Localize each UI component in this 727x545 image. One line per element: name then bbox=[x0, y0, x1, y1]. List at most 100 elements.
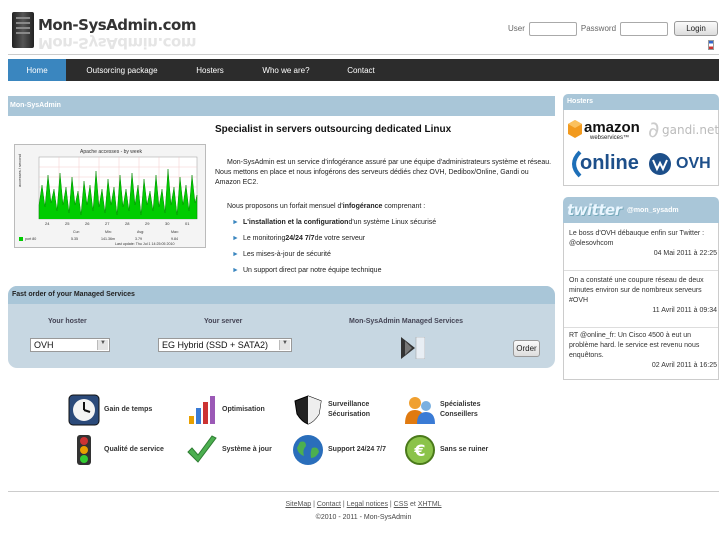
svg-text:accesses / second: accesses / second bbox=[17, 154, 22, 187]
twitter-header: twitter @mon_sysadm bbox=[563, 197, 719, 223]
amazon-logo-text: amazon bbox=[584, 119, 640, 136]
login-button[interactable]: Login bbox=[674, 21, 719, 36]
shield-icon bbox=[294, 395, 322, 425]
nav-hosters[interactable]: Hosters bbox=[178, 59, 242, 81]
footer-link-contact[interactable]: Contact bbox=[317, 501, 341, 508]
twitter-logo[interactable]: twitter bbox=[567, 201, 622, 219]
ovh-logo-text: OVH bbox=[676, 155, 711, 172]
feature-label: Qualité de service bbox=[104, 446, 164, 453]
svg-text:3.79: 3.79 bbox=[135, 237, 142, 241]
graph-title: Apache accesses - by week bbox=[80, 149, 142, 155]
password-input[interactable] bbox=[620, 21, 669, 36]
footer-link-xhtml[interactable]: XHTML bbox=[418, 501, 442, 508]
footer-link-legal[interactable]: Legal notices bbox=[347, 501, 388, 508]
amazon-cube-icon bbox=[568, 120, 582, 138]
twitter-username[interactable]: @mon_sysadm bbox=[627, 207, 679, 214]
people-icon bbox=[405, 397, 435, 424]
fast-order-panel: Fast order of your Managed Services Your… bbox=[8, 286, 555, 368]
svg-text:01: 01 bbox=[185, 221, 190, 226]
footer-links: SiteMap | Contact | Legal notices | CSS … bbox=[285, 501, 442, 508]
footer-divider bbox=[8, 491, 719, 492]
list-item: ► L'installation et la configuration d'un… bbox=[232, 214, 436, 230]
bullet-arrow-icon: ► bbox=[232, 234, 239, 242]
bullet-bold: L'installation et la configuration bbox=[242, 218, 349, 226]
nav-contact[interactable]: Contact bbox=[330, 59, 392, 81]
svg-text:141.36m: 141.36m bbox=[101, 237, 115, 241]
tweet-date[interactable]: 04 Mai 2011 à 22:25 bbox=[569, 249, 717, 259]
offer-list: ► L'installation et la configuration d'un… bbox=[232, 214, 436, 278]
feature-support: Support 24/24 7/7 bbox=[292, 434, 386, 466]
managed-services-logo-icon bbox=[401, 337, 425, 359]
tweet-text: On a constaté une coupure réseau de deux… bbox=[569, 277, 704, 304]
server-select[interactable]: EG Hybrid (SSD + SATA2) ▼ bbox=[158, 338, 292, 352]
bullet-arrow-icon: ► bbox=[232, 266, 239, 274]
logo[interactable]: Mon-SysAdmin.com Mon-SysAdmin.com bbox=[12, 12, 196, 52]
logo-reflection: Mon-SysAdmin.com bbox=[38, 34, 196, 52]
user-input[interactable] bbox=[528, 21, 577, 36]
svg-text:Avg:: Avg: bbox=[137, 230, 144, 234]
tweet-date[interactable]: 11 Avril 2011 à 09:34 bbox=[569, 306, 717, 316]
feature-label: Support 24/24 7/7 bbox=[328, 446, 386, 453]
clock-icon bbox=[68, 394, 100, 426]
tweet-date[interactable]: 02 Avril 2011 à 16:25 bbox=[569, 361, 717, 371]
feature-price: € Sans se ruiner bbox=[404, 434, 488, 466]
svg-text:Last update: Thu Jul 1 14:25:: Last update: Thu Jul 1 14:25:05 2010 bbox=[115, 242, 174, 246]
fast-order-title: Fast order of your Managed Services bbox=[8, 286, 555, 304]
chevron-down-icon: ▼ bbox=[97, 340, 108, 350]
bullet-arrow-icon: ► bbox=[232, 250, 239, 258]
chevron-down-icon: ▼ bbox=[279, 340, 290, 350]
feature-security: Surveillance Sécurisation bbox=[292, 394, 388, 426]
intro-paragraph: Mon-SysAdmin est un service d'infogéranc… bbox=[215, 159, 552, 186]
hosters-header: Hosters bbox=[563, 94, 719, 110]
svg-text:Cur:: Cur: bbox=[73, 230, 80, 234]
traffic-light-icon bbox=[77, 435, 91, 465]
globe-icon bbox=[293, 435, 323, 465]
online-logo[interactable]: online bbox=[568, 150, 640, 180]
ovh-logo[interactable]: OVH bbox=[648, 152, 718, 180]
nav-who-we-are[interactable]: Who we are? bbox=[242, 59, 330, 81]
svg-text:24: 24 bbox=[45, 221, 50, 226]
server-column-label: Your server bbox=[204, 318, 243, 325]
footer-and: et bbox=[410, 501, 416, 508]
language-flag-icon[interactable] bbox=[708, 40, 714, 50]
bar-chart-icon bbox=[189, 396, 215, 424]
svg-text:27: 27 bbox=[105, 221, 110, 226]
list-item: ► Les mises-à-jour de sécurité bbox=[232, 246, 436, 262]
offer-prefix: Nous proposons un forfait mensuel d' bbox=[227, 203, 343, 210]
password-label: Password bbox=[580, 24, 617, 33]
login-form: User Password Login bbox=[508, 21, 719, 36]
nav-home[interactable]: Home bbox=[8, 59, 66, 81]
footer-link-css[interactable]: CSS bbox=[394, 501, 408, 508]
footer-link-sitemap[interactable]: SiteMap bbox=[285, 501, 311, 508]
order-button[interactable]: Order bbox=[513, 340, 540, 357]
feature-label: Gain de temps bbox=[104, 406, 153, 413]
feature-label: Surveillance Sécurisation bbox=[328, 401, 371, 418]
feature-label: Optimisation bbox=[222, 406, 265, 413]
feature-time: Gain de temps bbox=[68, 394, 152, 426]
offer-bold: infogérance bbox=[342, 203, 383, 210]
euro-icon: € bbox=[405, 435, 435, 465]
feature-quality: Qualité de service bbox=[68, 434, 164, 466]
svg-text:Max:: Max: bbox=[171, 230, 179, 234]
main-nav: Home Outsorcing package Hosters Who we a… bbox=[8, 59, 719, 81]
bullet-text: Les mises-à-jour de sécurité bbox=[242, 250, 331, 258]
svg-text:28: 28 bbox=[125, 221, 130, 226]
nav-outsorcing-package[interactable]: Outsorcing package bbox=[66, 59, 178, 81]
graph-svg: Apache accesses - by week accesses / sec… bbox=[17, 149, 198, 246]
feature-label: Système à jour bbox=[222, 446, 272, 453]
gandi-logo[interactable]: ∂ gandi.net bbox=[648, 118, 720, 143]
amazon-logo[interactable]: amazon webservices™ bbox=[568, 118, 640, 144]
gandi-logo-text: gandi.net bbox=[662, 123, 720, 137]
tweet-text: RT @online_fr: Un Cisco 4500 à eut un pr… bbox=[569, 332, 700, 359]
svg-text:30: 30 bbox=[165, 221, 170, 226]
list-item: ► Un support direct par notre équipe tech… bbox=[232, 262, 436, 278]
ovh-emblem-icon bbox=[649, 153, 671, 175]
feature-optimisation: Optimisation bbox=[186, 394, 265, 426]
hoster-select[interactable]: OVH ▼ bbox=[30, 338, 110, 352]
tweet-text: Le boss d'OVH débauque enfin sur Twitter… bbox=[569, 230, 705, 247]
svg-text:25: 25 bbox=[65, 221, 70, 226]
feature-system-updates: Système à jour bbox=[186, 434, 272, 466]
tweet-divider bbox=[564, 327, 718, 328]
svg-text:29: 29 bbox=[145, 221, 150, 226]
svg-text:Min:: Min: bbox=[105, 230, 112, 234]
